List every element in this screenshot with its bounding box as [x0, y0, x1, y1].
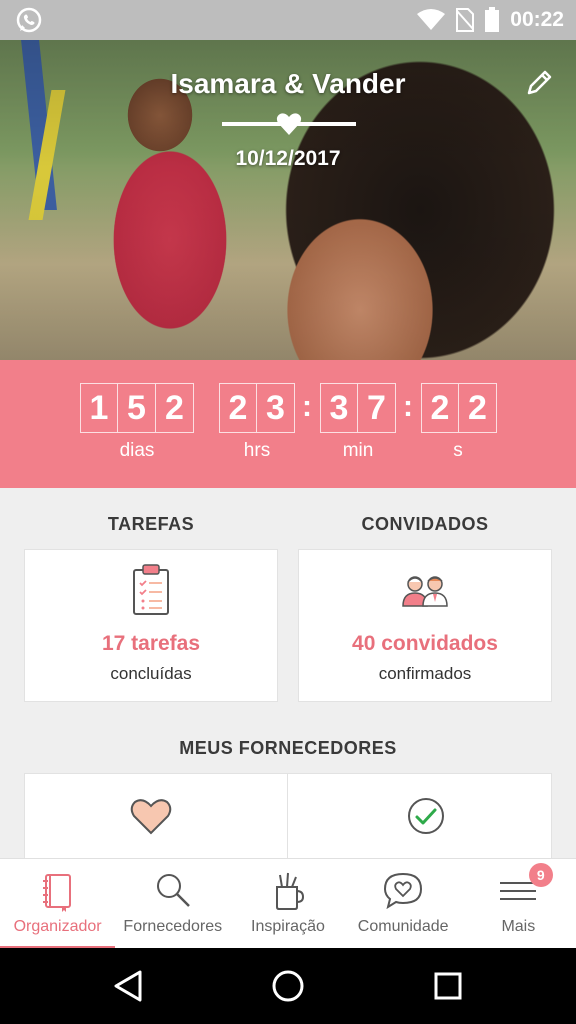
hired-vendors-check-icon[interactable] [406, 796, 446, 836]
vendors-card [24, 773, 552, 864]
nav-label-fornecedores: Fornecedores [123, 918, 223, 935]
countdown-minutes: 3 7 [320, 383, 396, 433]
guests-title: CONVIDADOS [361, 514, 489, 534]
countdown-seconds: 2 2 [421, 383, 497, 433]
nav-item-mais[interactable]: 9 Mais [461, 859, 576, 949]
favorite-vendors-heart-icon[interactable] [130, 798, 172, 836]
nav-label-comunidade: Comunidade [357, 918, 449, 935]
tasks-status: concluídas [110, 664, 192, 683]
wedding-countdown: 1 5 2 2 3 : 3 7 : 2 2 dias hrs min s [0, 360, 576, 488]
countdown-digit: 1 [80, 383, 118, 433]
heart-icon [276, 113, 302, 135]
back-icon[interactable] [112, 968, 144, 1004]
countdown-digit: 3 [320, 383, 358, 433]
pencil-cup-icon [275, 872, 304, 910]
countdown-separator: : [403, 390, 413, 423]
countdown-digit: 3 [257, 383, 295, 433]
vendors-divider [287, 774, 288, 864]
countdown-digit: 2 [421, 383, 459, 433]
nav-item-organizador[interactable]: Organizador [0, 859, 116, 949]
nav-label-mais: Mais [501, 918, 536, 935]
countdown-separator: : [302, 390, 312, 423]
system-navigation-bar [0, 948, 576, 1024]
tasks-card[interactable]: 17 tarefas concluídas [24, 549, 278, 702]
guests-status: confirmados [378, 664, 472, 683]
clipboard-checklist-icon [133, 564, 169, 615]
search-icon [156, 874, 190, 907]
nav-label-organizador: Organizador [13, 918, 102, 935]
edit-pencil-icon[interactable] [524, 68, 554, 98]
countdown-label-minutes: min [342, 440, 374, 461]
nav-item-inspiracao[interactable]: Inspiração [230, 859, 345, 949]
wedding-date: 10/12/2017 [235, 147, 341, 170]
whatsapp-icon [16, 7, 42, 33]
chat-heart-icon [384, 872, 423, 910]
tasks-title: TAREFAS [107, 514, 195, 534]
status-bar: 00:22 [0, 0, 576, 40]
countdown-days: 1 5 2 [80, 383, 194, 433]
couple-name: Isamara & Vander [170, 68, 406, 99]
guests-count: 40 convidados [352, 632, 498, 655]
nav-item-fornecedores[interactable]: Fornecedores [115, 859, 230, 949]
tasks-count: 17 tarefas [101, 632, 201, 655]
countdown-digit: 2 [219, 383, 257, 433]
countdown-digit: 5 [118, 383, 156, 433]
countdown-digit: 2 [156, 383, 194, 433]
countdown-digit: 7 [358, 383, 396, 433]
battery-icon [485, 7, 500, 32]
couple-photo: Isamara & Vander 10/12/2017 [0, 40, 576, 360]
countdown-label-hours: hrs [243, 440, 271, 461]
home-icon[interactable] [270, 968, 306, 1004]
countdown-label-days: dias [119, 440, 155, 461]
nav-label-inspiracao: Inspiração [251, 918, 325, 935]
nav-item-comunidade[interactable]: Comunidade [346, 859, 461, 949]
bottom-navigation: Organizador Fornecedores Inspiração Comu… [0, 858, 576, 949]
countdown-hours: 2 3 [219, 383, 295, 433]
countdown-digit: 2 [459, 383, 497, 433]
no-sim-icon [456, 8, 475, 32]
guests-couple-icon [402, 576, 448, 607]
vendors-title: MEUS FORNECEDORES [179, 738, 397, 758]
guests-card[interactable]: 40 convidados confirmados [298, 549, 552, 702]
recents-icon[interactable] [432, 968, 464, 1004]
status-time: 00:22 [510, 8, 564, 31]
countdown-label-seconds: s [453, 440, 463, 461]
notebook-icon [42, 874, 71, 912]
notification-badge: 9 [528, 863, 553, 887]
wifi-icon [417, 9, 446, 30]
app-screen: 00:22 Isamara & Vander 10/12/2017 1 5 2 … [0, 0, 576, 1024]
